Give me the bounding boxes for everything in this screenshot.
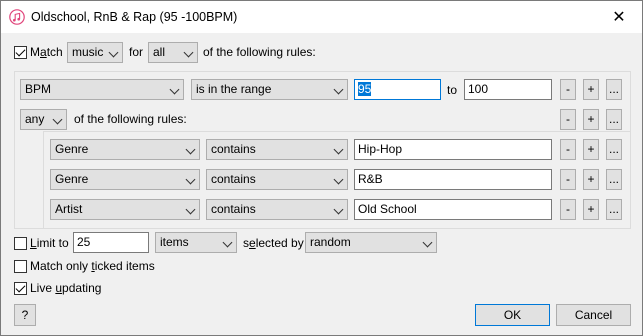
limit-unit-value: items — [160, 235, 189, 249]
cancel-button[interactable]: Cancel — [556, 304, 631, 326]
bpm-to-value: 100 — [468, 82, 489, 96]
match-label-underlined: a — [40, 45, 47, 59]
rule-operator-value: is in the range — [196, 82, 272, 96]
nested-rule-button[interactable]: ... — [606, 109, 622, 130]
bpm-from-value: 95 — [358, 82, 372, 96]
chevron-down-icon — [333, 144, 344, 155]
ticked-only-post: icked items — [94, 259, 155, 273]
rule-field-select[interactable]: Genre — [50, 169, 200, 190]
limit-unit-select[interactable]: items — [155, 232, 237, 253]
rule-value-input[interactable]: Hip-Hop — [354, 139, 552, 160]
rule-value: Old School — [358, 202, 417, 216]
nested-scope-select[interactable]: any — [20, 109, 67, 130]
media-kind-select[interactable]: music — [67, 42, 123, 63]
help-button[interactable]: ? — [14, 304, 36, 326]
rule-operator-select[interactable]: contains — [206, 169, 348, 190]
live-updating-pre: Live — [30, 281, 56, 295]
ok-button[interactable]: OK — [475, 304, 550, 326]
chevron-down-icon — [222, 237, 233, 248]
match-label-post: tch — [46, 45, 63, 59]
chevron-down-icon — [422, 237, 433, 248]
bpm-from-input[interactable]: 95 — [354, 79, 441, 100]
chevron-down-icon — [333, 84, 344, 95]
title-bar: Oldschool, RnB & Rap (95 -100BPM) ✕ — [1, 1, 642, 33]
ticked-only-pre: Match only — [30, 259, 92, 273]
live-updating-post: pdating — [62, 281, 102, 295]
rule-field-select[interactable]: BPM — [20, 79, 184, 100]
chevron-down-icon — [108, 47, 119, 58]
match-scope-value: all — [153, 45, 166, 59]
nested-rule-button[interactable]: ... — [606, 139, 622, 160]
chevron-down-icon — [169, 84, 180, 95]
media-kind-value: music — [72, 45, 104, 59]
remove-rule-button[interactable]: - — [560, 79, 576, 100]
selected-by-label: selected by — [243, 236, 304, 250]
selected-by-underlined: e — [249, 236, 256, 250]
rule-operator-select[interactable]: is in the range — [191, 79, 348, 100]
match-scope-select[interactable]: all — [148, 42, 198, 63]
window-title: Oldschool, RnB & Rap (95 -100BPM) — [31, 10, 238, 24]
limit-label: Limit to — [30, 236, 69, 250]
rule-operator-select[interactable]: contains — [206, 139, 348, 160]
nested-suffix-label: of the following rules: — [74, 112, 187, 126]
nested-scope-value: any — [25, 112, 45, 126]
rule-field-select[interactable]: Genre — [50, 139, 200, 160]
rule-operator-value: contains — [211, 172, 256, 186]
rule-field-value: Genre — [55, 142, 89, 156]
add-rule-button[interactable]: + — [583, 109, 599, 130]
rule-value: R&B — [358, 172, 383, 186]
limit-value-input[interactable]: 25 — [73, 232, 149, 253]
bpm-to-input[interactable]: 100 — [464, 79, 552, 100]
close-button[interactable]: ✕ — [596, 1, 642, 33]
rule-operator-value: contains — [211, 202, 256, 216]
limit-label-underlined: L — [30, 236, 37, 250]
chevron-down-icon — [185, 144, 196, 155]
close-icon: ✕ — [612, 9, 626, 26]
live-updating-checkbox[interactable] — [14, 282, 27, 295]
remove-rule-button[interactable]: - — [560, 139, 576, 160]
match-label-pre: M — [30, 45, 40, 59]
add-rule-button[interactable]: + — [583, 139, 599, 160]
rule-operator-value: contains — [211, 142, 256, 156]
match-checkbox[interactable] — [14, 46, 27, 59]
nested-rule-button[interactable]: ... — [606, 199, 622, 220]
rule-value: Hip-Hop — [358, 142, 403, 156]
limit-checkbox[interactable] — [14, 237, 27, 250]
selection-method-value: random — [310, 235, 351, 249]
rule-field-value: Artist — [55, 202, 83, 216]
limit-label-post: imit to — [36, 236, 69, 250]
ticked-only-checkbox[interactable] — [14, 260, 27, 273]
remove-rule-button[interactable]: - — [560, 199, 576, 220]
rule-operator-select[interactable]: contains — [206, 199, 348, 220]
rule-value-input[interactable]: Old School — [354, 199, 552, 220]
range-to-label: to — [447, 83, 458, 97]
match-label: Match — [30, 45, 63, 59]
rule-value-input[interactable]: R&B — [354, 169, 552, 190]
add-rule-button[interactable]: + — [583, 79, 599, 100]
remove-rule-button[interactable]: - — [560, 169, 576, 190]
selected-by-post: lected by — [255, 236, 304, 250]
nested-rule-button[interactable]: ... — [606, 169, 622, 190]
rule-field-select[interactable]: Artist — [50, 199, 200, 220]
selection-method-select[interactable]: random — [305, 232, 437, 253]
add-rule-button[interactable]: + — [583, 199, 599, 220]
live-updating-label: Live updating — [30, 281, 101, 295]
add-rule-button[interactable]: + — [583, 169, 599, 190]
rule-field-value: Genre — [55, 172, 89, 186]
remove-rule-button[interactable]: - — [560, 109, 576, 130]
for-label: for — [129, 45, 144, 59]
smart-playlist-dialog: Oldschool, RnB & Rap (95 -100BPM) ✕ Matc… — [0, 0, 643, 336]
chevron-down-icon — [183, 47, 194, 58]
chevron-down-icon — [333, 174, 344, 185]
chevron-down-icon — [52, 114, 63, 125]
itunes-note-icon — [9, 9, 25, 25]
nested-rule-button[interactable]: ... — [606, 79, 622, 100]
chevron-down-icon — [185, 174, 196, 185]
chevron-down-icon — [333, 204, 344, 215]
rule-field-value: BPM — [25, 82, 52, 96]
chevron-down-icon — [185, 204, 196, 215]
limit-value: 25 — [77, 235, 91, 249]
match-suffix-label: of the following rules: — [203, 45, 316, 59]
ticked-only-label: Match only ticked items — [30, 259, 155, 273]
